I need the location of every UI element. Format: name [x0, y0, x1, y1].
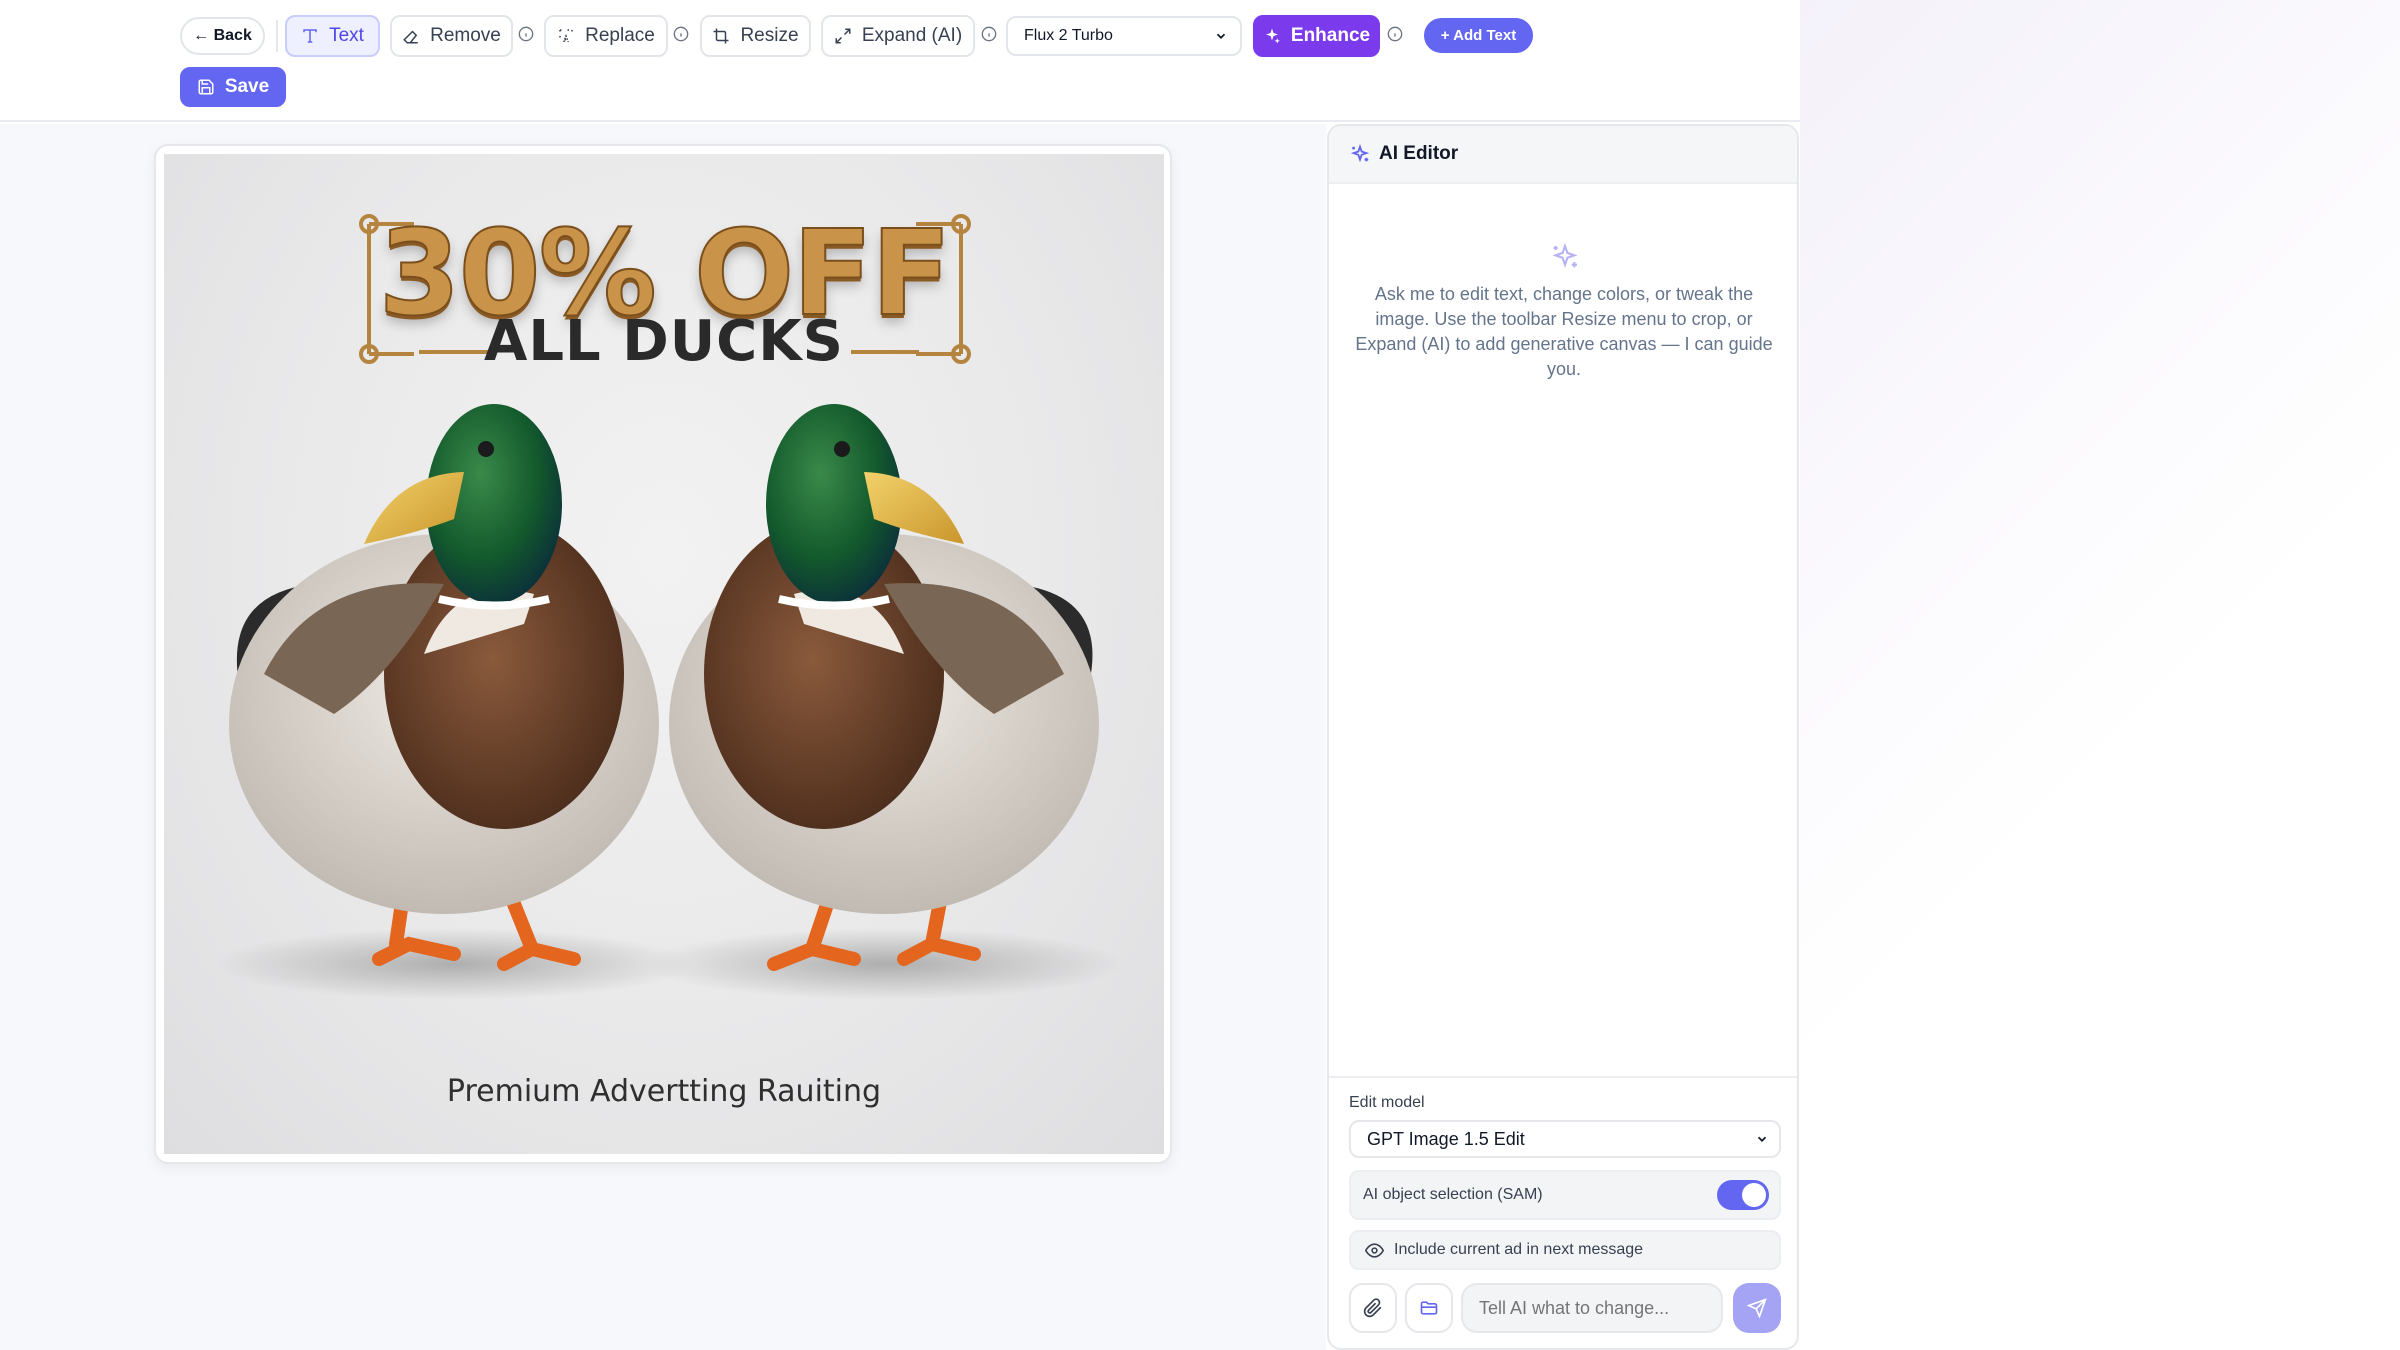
include-ad-checkbox[interactable]: Include current ad in next message — [1349, 1230, 1781, 1270]
sparkle-icon — [1350, 144, 1370, 163]
remove-tool-label: Remove — [430, 25, 501, 46]
library-button[interactable] — [1405, 1283, 1453, 1333]
model-select[interactable]: Flux 2 Turbo — [1006, 16, 1242, 56]
replace-info-icon[interactable] — [673, 26, 689, 42]
eye-icon — [1365, 1242, 1384, 1258]
save-button[interactable]: Save — [180, 67, 286, 107]
resize-tool-label: Resize — [740, 25, 799, 46]
sparkle-icon — [1552, 242, 1578, 268]
add-text-label: + Add Text — [1440, 27, 1517, 44]
sam-toggle[interactable] — [1717, 1180, 1769, 1210]
sparkle-icon — [1265, 28, 1280, 44]
right-duck — [669, 404, 1099, 971]
replace-tool-button[interactable]: Replace — [544, 15, 668, 57]
panel-bottom-divider — [1329, 1076, 1797, 1078]
text-tool-button[interactable]: Text — [285, 15, 380, 57]
left-duck — [229, 404, 659, 971]
sam-toggle-row: AI object selection (SAM) — [1349, 1170, 1781, 1220]
sam-toggle-knob — [1742, 1183, 1766, 1207]
add-text-button[interactable]: + Add Text — [1424, 18, 1533, 53]
ad-footer-text[interactable]: Premium Advertting Rauiting — [164, 1074, 1164, 1109]
paperclip-icon — [1363, 1298, 1382, 1318]
panel-header: AI Editor — [1329, 126, 1797, 184]
panel-title: AI Editor — [1379, 143, 1459, 164]
remove-info-icon[interactable] — [518, 26, 534, 42]
save-icon — [198, 79, 214, 95]
ad-subheadline[interactable]: ALL DUCKS — [164, 309, 1164, 374]
edit-model-label: Edit model — [1349, 1094, 1425, 1111]
send-icon — [1747, 1298, 1767, 1318]
enhance-info-icon[interactable] — [1387, 26, 1403, 42]
send-button[interactable] — [1733, 1283, 1781, 1333]
chat-input[interactable] — [1461, 1283, 1723, 1333]
crop-icon — [713, 28, 729, 44]
remove-tool-button[interactable]: Remove — [390, 15, 513, 57]
ad-image[interactable]: 30% OFF ALL DUCKS Premium Advertting Rau… — [164, 154, 1164, 1154]
ai-editor-panel: AI Editor Ask me to edit text, change co… — [1327, 124, 1799, 1350]
replace-icon — [559, 29, 573, 43]
expand-ai-label: Expand (AI) — [861, 25, 963, 46]
back-label: ← Back — [193, 27, 252, 44]
chevron-down-icon — [1216, 33, 1226, 39]
save-label: Save — [224, 76, 270, 97]
edit-model-value: GPT Image 1.5 Edit — [1367, 1128, 1525, 1149]
expand-ai-button[interactable]: Expand (AI) — [821, 15, 975, 57]
chevron-down-icon — [1757, 1136, 1767, 1142]
eraser-icon — [403, 30, 418, 44]
expand-icon — [835, 28, 851, 44]
back-button[interactable]: ← Back — [180, 17, 265, 55]
attach-button[interactable] — [1349, 1283, 1397, 1333]
text-tool-label: Text — [329, 25, 364, 46]
toolbar-divider — [276, 20, 278, 52]
replace-tool-label: Replace — [585, 25, 655, 46]
edit-model-select[interactable]: GPT Image 1.5 Edit — [1349, 1120, 1781, 1158]
expand-info-icon[interactable] — [981, 26, 997, 42]
resize-tool-button[interactable]: Resize — [700, 15, 811, 57]
model-select-value: Flux 2 Turbo — [1024, 27, 1113, 44]
sam-label: AI object selection (SAM) — [1363, 1186, 1543, 1203]
include-ad-label: Include current ad in next message — [1394, 1241, 1644, 1258]
folder-icon — [1420, 1301, 1438, 1315]
enhance-button[interactable]: Enhance — [1253, 15, 1380, 57]
enhance-label: Enhance — [1290, 25, 1371, 46]
background-gradient — [1800, 0, 2400, 1350]
top-toolbar: ← Back Text Remove Replace Resize Expand… — [0, 0, 1800, 122]
type-icon — [303, 29, 317, 43]
panel-intro-text: Ask me to edit text, change colors, or t… — [1355, 284, 1773, 379]
